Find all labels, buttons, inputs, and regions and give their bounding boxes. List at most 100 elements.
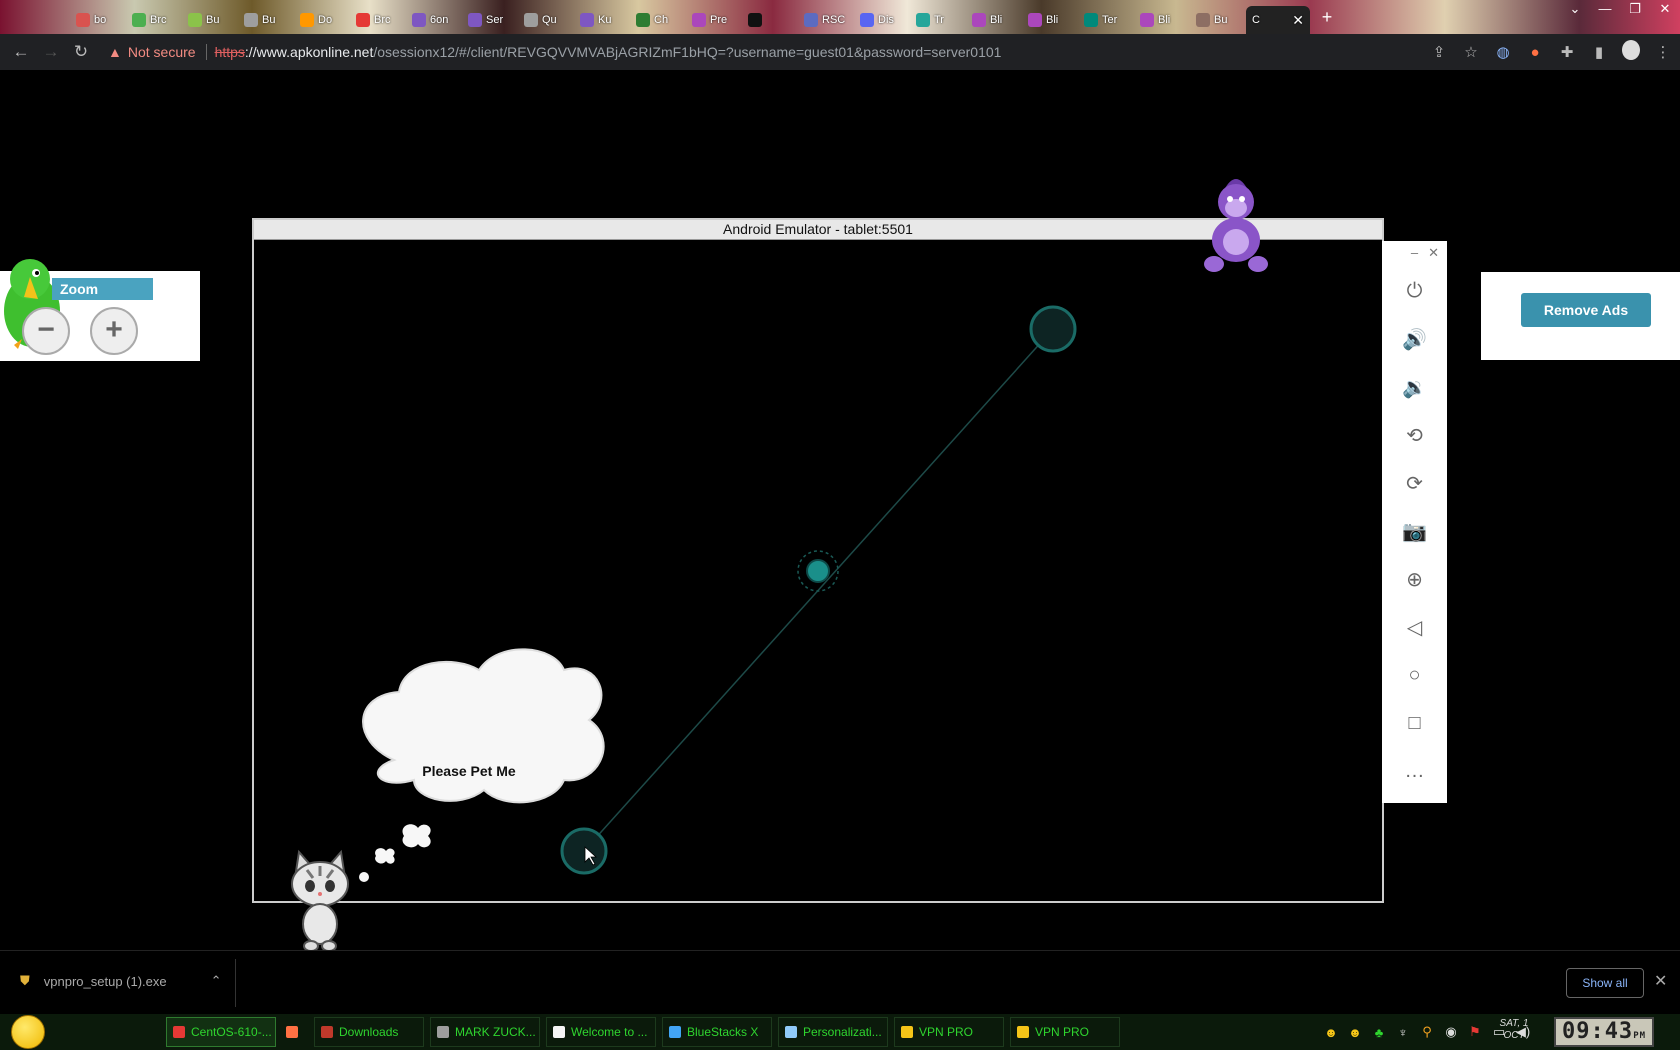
- forward-button[interactable]: →: [36, 42, 66, 62]
- bookmark-star-icon[interactable]: ☆: [1462, 43, 1480, 61]
- tray-tree-icon[interactable]: ♣: [1370, 1025, 1388, 1040]
- tab-active-label: C: [1252, 14, 1260, 26]
- zoom-out-button[interactable]: −: [22, 307, 70, 355]
- taskbar-item[interactable]: MARK ZUCK...: [430, 1017, 540, 1047]
- tab-favicon: [580, 13, 594, 27]
- taskbar-item[interactable]: CentOS-610-...: [166, 1017, 276, 1047]
- tab-item[interactable]: Tr: [910, 6, 966, 34]
- tab-favicon: [188, 13, 202, 27]
- tab-item[interactable]: bo: [70, 6, 126, 34]
- tab-item[interactable]: Pre: [686, 6, 742, 34]
- taskbar: CentOS-610-... Downloads MARK ZUCK... Welco…: [0, 1014, 1680, 1050]
- side-panel-icon[interactable]: ▮: [1590, 43, 1608, 61]
- app-icon: [286, 1026, 298, 1038]
- rotate-left-icon[interactable]: ⟲: [1382, 411, 1447, 459]
- power-icon[interactable]: ⏻: [1382, 267, 1447, 315]
- warning-icon[interactable]: ▲: [108, 44, 122, 60]
- tray-emoji-icon[interactable]: ☻: [1322, 1025, 1340, 1040]
- tab-favicon: [524, 13, 538, 27]
- tab-close-icon[interactable]: ✕: [1292, 12, 1304, 29]
- url-host: ://www.apkonline.net: [244, 44, 374, 60]
- more-icon[interactable]: …: [1382, 747, 1447, 795]
- reload-button[interactable]: ↻: [66, 42, 96, 62]
- volume-down-icon[interactable]: 🔉: [1382, 363, 1447, 411]
- restore-button[interactable]: ❐: [1620, 0, 1650, 20]
- tab-favicon: [76, 13, 90, 27]
- tab-item[interactable]: Do: [294, 6, 350, 34]
- back-icon[interactable]: ◁: [1382, 603, 1447, 651]
- tab-item[interactable]: Brc: [126, 6, 182, 34]
- back-button[interactable]: ←: [6, 42, 36, 62]
- rotate-right-icon[interactable]: ⟳: [1382, 459, 1447, 507]
- taskbar-item[interactable]: VPN PRO: [894, 1017, 1004, 1047]
- tab-favicon: [1084, 13, 1098, 27]
- tab-item[interactable]: Ser: [462, 6, 518, 34]
- tab-favicon: [636, 13, 650, 27]
- minimize-button[interactable]: —: [1590, 0, 1620, 20]
- download-item[interactable]: ⛊ vpnpro_setup (1).exe ⌃: [20, 973, 222, 989]
- tray-search-icon[interactable]: ⚲: [1418, 1024, 1436, 1040]
- share-icon[interactable]: ⇪: [1430, 43, 1448, 61]
- new-tab-button[interactable]: +: [1314, 7, 1340, 28]
- taskbar-item[interactable]: BlueStacks X: [662, 1017, 772, 1047]
- tab-item[interactable]: Bli: [966, 6, 1022, 34]
- close-downloads-icon[interactable]: ✕: [1654, 971, 1667, 991]
- taskbar-item[interactable]: [282, 1017, 308, 1047]
- tab-item[interactable]: Bu: [238, 6, 294, 34]
- taskbar-date[interactable]: SAT, 1 OCT: [1494, 1018, 1534, 1042]
- tab-label: Bu: [206, 14, 220, 26]
- remove-ads-button[interactable]: Remove Ads: [1521, 293, 1651, 327]
- address-bar[interactable]: ▲ Not secure https://www.apkonline.net/o…: [108, 38, 1408, 66]
- tab-item[interactable]: Ch: [630, 6, 686, 34]
- tab-item[interactable]: Ter: [1078, 6, 1134, 34]
- tab-item[interactable]: Ku: [574, 6, 630, 34]
- tab-item[interactable]: Brc: [350, 6, 406, 34]
- tab-item[interactable]: [742, 6, 798, 34]
- tab-item[interactable]: Bu: [1190, 6, 1246, 34]
- profile-avatar[interactable]: [1622, 40, 1640, 64]
- tab-item[interactable]: RSC: [798, 6, 854, 34]
- controls-close-button[interactable]: ✕: [1428, 241, 1439, 267]
- tab-strip: bo Brc Bu Bu Do Brc 6on Ser Qu Ku Ch Pre RSC Dis Tr Bli…: [0, 0, 1680, 34]
- app-icon: [669, 1026, 681, 1038]
- tray-globe-icon[interactable]: ◉: [1442, 1024, 1460, 1040]
- chevron-up-icon[interactable]: ⌃: [211, 973, 222, 989]
- tab-item[interactable]: Dis: [854, 6, 910, 34]
- tab-item[interactable]: Qu: [518, 6, 574, 34]
- start-button[interactable]: [8, 1014, 48, 1050]
- app-icon: [437, 1026, 449, 1038]
- taskbar-item-label: Downloads: [339, 1025, 399, 1039]
- overview-icon[interactable]: □: [1382, 699, 1447, 747]
- menu-kebab-icon[interactable]: ⋮: [1654, 43, 1672, 61]
- extensions-puzzle-icon[interactable]: ✚: [1558, 43, 1576, 61]
- show-all-button[interactable]: Show all: [1566, 968, 1644, 998]
- zoom-icon[interactable]: ⊕: [1382, 555, 1447, 603]
- tab-favicon: [804, 13, 818, 27]
- tray-antenna-icon[interactable]: ♆: [1394, 1025, 1412, 1040]
- taskbar-item[interactable]: VPN PRO: [1010, 1017, 1120, 1047]
- taskbar-item[interactable]: Personalizati...: [778, 1017, 888, 1047]
- taskbar-item[interactable]: Welcome to ...: [546, 1017, 656, 1047]
- taskbar-item[interactable]: Downloads: [314, 1017, 424, 1047]
- tab-item[interactable]: 6on: [406, 6, 462, 34]
- tray-emoji-icon[interactable]: ☻: [1346, 1025, 1364, 1040]
- extension-icon-2[interactable]: ●: [1526, 44, 1544, 61]
- tab-active[interactable]: C ✕: [1246, 6, 1310, 34]
- tray-flag-icon[interactable]: ⚑: [1466, 1024, 1484, 1040]
- emulator-screen[interactable]: Please Pet Me: [254, 240, 1382, 901]
- tab-item[interactable]: Bli: [1134, 6, 1190, 34]
- tab-search-icon[interactable]: ⌄: [1560, 0, 1590, 20]
- tab-item[interactable]: Bli: [1022, 6, 1078, 34]
- volume-up-icon[interactable]: 🔊: [1382, 315, 1447, 363]
- taskbar-item-label: MARK ZUCK...: [455, 1025, 536, 1039]
- camera-icon[interactable]: 📷: [1382, 507, 1447, 555]
- security-label[interactable]: Not secure: [128, 44, 196, 60]
- taskbar-clock[interactable]: 09:43PM: [1554, 1017, 1654, 1047]
- close-window-button[interactable]: ✕: [1650, 0, 1680, 20]
- extension-icon-1[interactable]: ◍: [1494, 43, 1512, 61]
- download-filename: vpnpro_setup (1).exe: [43, 973, 167, 989]
- tab-item[interactable]: Bu: [182, 6, 238, 34]
- controls-minimize-button[interactable]: –: [1411, 241, 1418, 267]
- zoom-in-button[interactable]: +: [90, 307, 138, 355]
- home-icon[interactable]: ○: [1382, 651, 1447, 699]
